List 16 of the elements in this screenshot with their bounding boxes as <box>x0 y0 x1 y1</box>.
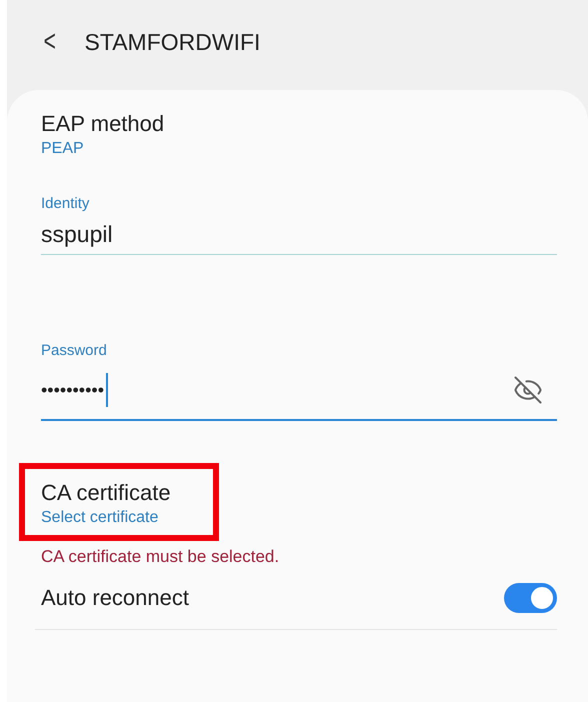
select-certificate-link[interactable]: Select certificate <box>41 507 213 529</box>
eap-method-value: PEAP <box>41 139 85 159</box>
identity-field[interactable]: sspupil <box>41 214 557 255</box>
eye-slash-icon[interactable] <box>513 375 543 405</box>
auto-reconnect-label: Auto reconnect <box>41 584 189 612</box>
network-title: STAMFORDWIFI <box>84 28 260 56</box>
password-label: Password <box>41 341 108 361</box>
auto-reconnect-toggle[interactable] <box>504 583 557 613</box>
error-message: CA certificate must be selected. <box>41 547 280 567</box>
eap-method-setting[interactable]: EAP method PEAP <box>41 110 557 160</box>
ca-certificate-label: CA certificate <box>41 479 172 507</box>
password-field[interactable]: •••••••••• <box>41 361 557 421</box>
identity-label: Identity <box>41 194 90 214</box>
text-cursor <box>106 373 108 407</box>
back-button[interactable]: < <box>44 27 56 57</box>
eap-method-label: EAP method <box>41 110 166 138</box>
